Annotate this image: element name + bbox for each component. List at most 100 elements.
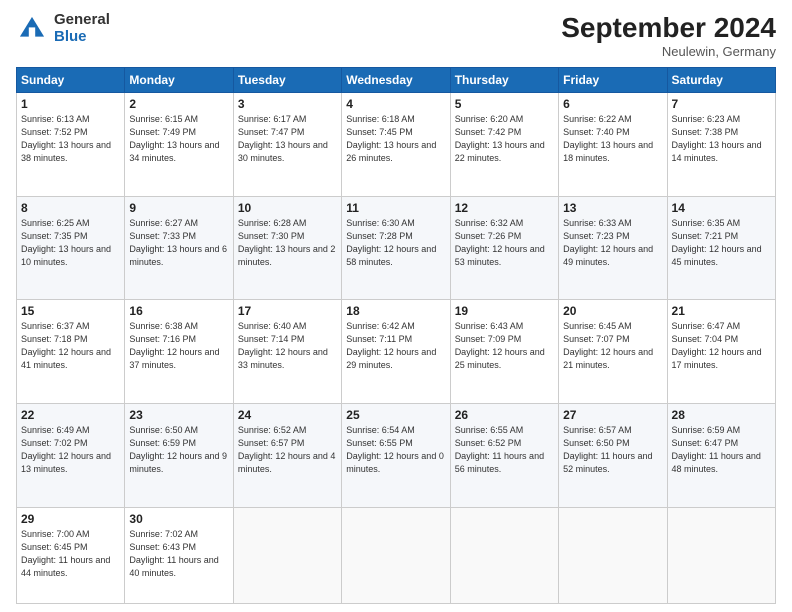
calendar-cell — [450, 507, 558, 603]
day-number: 2 — [129, 97, 228, 111]
month-title: September 2024 — [561, 12, 776, 44]
title-block: September 2024 Neulewin, Germany — [561, 12, 776, 59]
calendar-cell: 9 Sunrise: 6:27 AMSunset: 7:33 PMDaylight… — [125, 196, 233, 300]
calendar-week-5: 29Sunrise: 7:00 AMSunset: 6:45 PMDayligh… — [17, 507, 776, 603]
day-number: 12 — [455, 201, 554, 215]
calendar-week-1: 1Sunrise: 6:13 AMSunset: 7:52 PMDaylight… — [17, 93, 776, 197]
calendar-cell: 22 Sunrise: 6:49 AMSunset: 7:02 PMDayligh… — [17, 403, 125, 507]
day-info: Sunrise: 6:13 AMSunset: 7:52 PMDaylight:… — [21, 114, 111, 163]
day-info: Sunrise: 6:59 AMSunset: 6:47 PMDaylight:… — [672, 425, 761, 474]
day-info: Sunrise: 6:20 AMSunset: 7:42 PMDaylight:… — [455, 114, 545, 163]
calendar-cell — [667, 507, 775, 603]
day-number: 4 — [346, 97, 445, 111]
calendar-cell: 5 Sunrise: 6:20 AMSunset: 7:42 PMDaylight… — [450, 93, 558, 197]
day-number: 6 — [563, 97, 662, 111]
calendar-cell: 23 Sunrise: 6:50 AMSunset: 6:59 PMDayligh… — [125, 403, 233, 507]
day-info: Sunrise: 6:27 AMSunset: 7:33 PMDaylight:… — [129, 218, 227, 267]
logo-blue-text: Blue — [54, 29, 110, 46]
day-info: Sunrise: 6:47 AMSunset: 7:04 PMDaylight:… — [672, 321, 762, 370]
calendar-cell: 13Sunrise: 6:33 AMSunset: 7:23 PMDayligh… — [559, 196, 667, 300]
day-info: Sunrise: 6:45 AMSunset: 7:07 PMDaylight:… — [563, 321, 653, 370]
day-info: Sunrise: 6:15 AMSunset: 7:49 PMDaylight:… — [129, 114, 219, 163]
col-header-tuesday: Tuesday — [233, 68, 341, 93]
calendar-cell: 10Sunrise: 6:28 AMSunset: 7:30 PMDayligh… — [233, 196, 341, 300]
col-header-wednesday: Wednesday — [342, 68, 450, 93]
day-info: Sunrise: 6:38 AMSunset: 7:16 PMDaylight:… — [129, 321, 219, 370]
day-number: 16 — [129, 304, 228, 318]
calendar-week-2: 8Sunrise: 6:25 AMSunset: 7:35 PMDaylight… — [17, 196, 776, 300]
calendar-cell: 14 Sunrise: 6:35 AMSunset: 7:21 PMDayligh… — [667, 196, 775, 300]
day-number: 7 — [672, 97, 771, 111]
calendar-cell: 11 Sunrise: 6:30 AMSunset: 7:28 PMDayligh… — [342, 196, 450, 300]
calendar-cell: 30Sunrise: 7:02 AMSunset: 6:43 PMDayligh… — [125, 507, 233, 603]
logo-general-text: General — [54, 12, 110, 29]
day-number: 3 — [238, 97, 337, 111]
day-info: Sunrise: 6:52 AMSunset: 6:57 PMDaylight:… — [238, 425, 336, 474]
day-number: 24 — [238, 408, 337, 422]
header: General Blue September 2024 Neulewin, Ge… — [16, 12, 776, 59]
day-number: 21 — [672, 304, 771, 318]
calendar-cell: 1Sunrise: 6:13 AMSunset: 7:52 PMDaylight… — [17, 93, 125, 197]
calendar-cell: 6 Sunrise: 6:22 AMSunset: 7:40 PMDaylight… — [559, 93, 667, 197]
day-info: Sunrise: 6:42 AMSunset: 7:11 PMDaylight:… — [346, 321, 436, 370]
day-number: 18 — [346, 304, 445, 318]
day-info: Sunrise: 6:18 AMSunset: 7:45 PMDaylight:… — [346, 114, 436, 163]
col-header-friday: Friday — [559, 68, 667, 93]
calendar-cell: 4 Sunrise: 6:18 AMSunset: 7:45 PMDaylight… — [342, 93, 450, 197]
day-info: Sunrise: 6:32 AMSunset: 7:26 PMDaylight:… — [455, 218, 545, 267]
day-info: Sunrise: 6:55 AMSunset: 6:52 PMDaylight:… — [455, 425, 544, 474]
day-number: 14 — [672, 201, 771, 215]
logo-text: General Blue — [54, 12, 110, 45]
col-header-monday: Monday — [125, 68, 233, 93]
col-header-saturday: Saturday — [667, 68, 775, 93]
calendar-cell: 29Sunrise: 7:00 AMSunset: 6:45 PMDayligh… — [17, 507, 125, 603]
day-info: Sunrise: 6:17 AMSunset: 7:47 PMDaylight:… — [238, 114, 328, 163]
day-number: 25 — [346, 408, 445, 422]
calendar-cell: 28Sunrise: 6:59 AMSunset: 6:47 PMDayligh… — [667, 403, 775, 507]
day-info: Sunrise: 6:50 AMSunset: 6:59 PMDaylight:… — [129, 425, 227, 474]
logo: General Blue — [16, 12, 110, 45]
calendar-cell: 26 Sunrise: 6:55 AMSunset: 6:52 PMDayligh… — [450, 403, 558, 507]
day-info: Sunrise: 6:23 AMSunset: 7:38 PMDaylight:… — [672, 114, 762, 163]
calendar-table: SundayMondayTuesdayWednesdayThursdayFrid… — [16, 67, 776, 604]
calendar-cell: 12 Sunrise: 6:32 AMSunset: 7:26 PMDayligh… — [450, 196, 558, 300]
day-info: Sunrise: 6:43 AMSunset: 7:09 PMDaylight:… — [455, 321, 545, 370]
day-info: Sunrise: 6:54 AMSunset: 6:55 PMDaylight:… — [346, 425, 444, 474]
calendar-cell: 3 Sunrise: 6:17 AMSunset: 7:47 PMDaylight… — [233, 93, 341, 197]
day-info: Sunrise: 6:49 AMSunset: 7:02 PMDaylight:… — [21, 425, 111, 474]
calendar-cell: 8Sunrise: 6:25 AMSunset: 7:35 PMDaylight… — [17, 196, 125, 300]
calendar-cell: 19Sunrise: 6:43 AMSunset: 7:09 PMDayligh… — [450, 300, 558, 404]
day-number: 29 — [21, 512, 120, 526]
day-number: 15 — [21, 304, 120, 318]
day-number: 22 — [21, 408, 120, 422]
day-info: Sunrise: 7:02 AMSunset: 6:43 PMDaylight:… — [129, 529, 218, 578]
day-number: 20 — [563, 304, 662, 318]
day-info: Sunrise: 6:37 AMSunset: 7:18 PMDaylight:… — [21, 321, 111, 370]
calendar-cell: 27 Sunrise: 6:57 AMSunset: 6:50 PMDayligh… — [559, 403, 667, 507]
day-number: 27 — [563, 408, 662, 422]
calendar-cell: 16 Sunrise: 6:38 AMSunset: 7:16 PMDayligh… — [125, 300, 233, 404]
day-info: Sunrise: 6:30 AMSunset: 7:28 PMDaylight:… — [346, 218, 436, 267]
day-number: 26 — [455, 408, 554, 422]
calendar-cell — [233, 507, 341, 603]
location: Neulewin, Germany — [561, 44, 776, 59]
day-number: 11 — [346, 201, 445, 215]
day-info: Sunrise: 6:35 AMSunset: 7:21 PMDaylight:… — [672, 218, 762, 267]
calendar-cell: 7 Sunrise: 6:23 AMSunset: 7:38 PMDaylight… — [667, 93, 775, 197]
day-number: 9 — [129, 201, 228, 215]
day-info: Sunrise: 6:28 AMSunset: 7:30 PMDaylight:… — [238, 218, 336, 267]
calendar-cell: 15 Sunrise: 6:37 AMSunset: 7:18 PMDayligh… — [17, 300, 125, 404]
calendar-cell: 18 Sunrise: 6:42 AMSunset: 7:11 PMDayligh… — [342, 300, 450, 404]
day-info: Sunrise: 6:22 AMSunset: 7:40 PMDaylight:… — [563, 114, 653, 163]
day-info: Sunrise: 6:33 AMSunset: 7:23 PMDaylight:… — [563, 218, 653, 267]
calendar-cell — [342, 507, 450, 603]
day-number: 5 — [455, 97, 554, 111]
day-number: 17 — [238, 304, 337, 318]
col-header-thursday: Thursday — [450, 68, 558, 93]
day-info: Sunrise: 6:57 AMSunset: 6:50 PMDaylight:… — [563, 425, 652, 474]
day-number: 23 — [129, 408, 228, 422]
calendar-header-row: SundayMondayTuesdayWednesdayThursdayFrid… — [17, 68, 776, 93]
calendar-cell: 24 Sunrise: 6:52 AMSunset: 6:57 PMDayligh… — [233, 403, 341, 507]
calendar-cell — [559, 507, 667, 603]
day-number: 8 — [21, 201, 120, 215]
